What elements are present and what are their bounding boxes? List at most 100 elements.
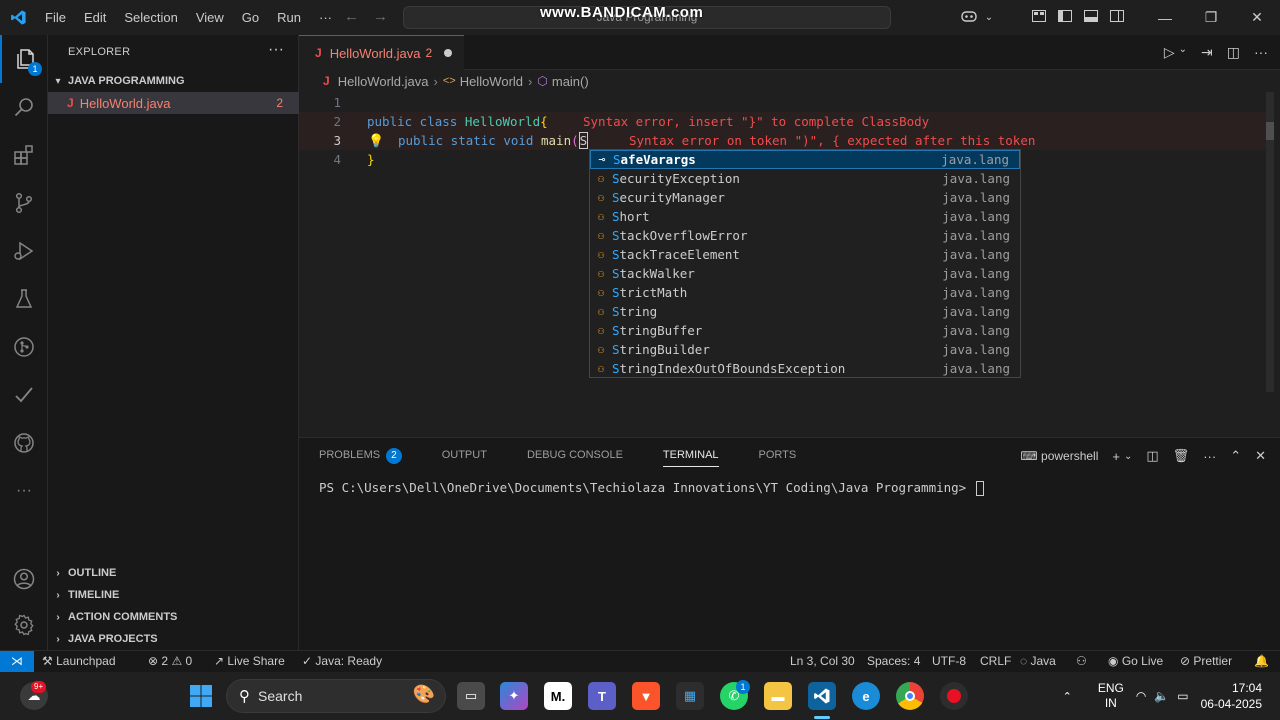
suggestion-item[interactable]: ⚇ StackWalker java.lang: [590, 264, 1020, 283]
explorer-icon[interactable]: 1: [0, 35, 48, 83]
bandicam-record-icon[interactable]: [940, 682, 968, 710]
github-icon[interactable]: [0, 419, 48, 467]
breadcrumb-class[interactable]: HelloWorld: [460, 74, 523, 89]
extensions-icon[interactable]: [0, 131, 48, 179]
toggle-panel-icon[interactable]: [1078, 10, 1104, 25]
terminal-output[interactable]: PS C:\Users\Dell\OneDrive\Documents\Tech…: [319, 480, 984, 496]
tab-terminal[interactable]: TERMINAL: [643, 438, 739, 473]
volume-icon[interactable]: 🔈: [1154, 689, 1169, 703]
split-terminal-icon[interactable]: ◫: [1146, 448, 1158, 464]
brave-browser-icon[interactable]: ▼: [632, 682, 660, 710]
system-clock[interactable]: 17:04 06-04-2025: [1201, 680, 1262, 712]
toggle-secondary-sidebar-icon[interactable]: [1104, 10, 1130, 25]
suggestion-item[interactable]: ⚇ StringBuilder java.lang: [590, 340, 1020, 359]
tab-ports[interactable]: PORTS: [739, 438, 817, 473]
cursor-position[interactable]: Ln 3, Col 30: [790, 651, 855, 673]
suggestion-item[interactable]: ⚇ SecurityManager java.lang: [590, 188, 1020, 207]
suggestion-item[interactable]: ⚇ StackTraceElement java.lang: [590, 245, 1020, 264]
unsaved-dot-icon[interactable]: [444, 49, 453, 57]
mail-app-icon[interactable]: M.: [544, 682, 572, 710]
suggestion-item-selected[interactable]: ⊸ SafeVarargs java.lang: [590, 150, 1020, 169]
trash-icon[interactable]: 🗑: [1173, 448, 1190, 464]
tray-chevron-up-icon[interactable]: ⌃: [1063, 690, 1072, 703]
folder-java-programming[interactable]: ▾ JAVA PROGRAMMING: [48, 70, 299, 92]
breadcrumb-file[interactable]: HelloWorld.java: [338, 74, 429, 89]
maximize-panel-icon[interactable]: ⌃: [1230, 448, 1241, 464]
chevron-down-icon[interactable]: ⌄: [1124, 451, 1132, 462]
menu-more[interactable]: ···: [310, 0, 341, 35]
lightbulb-icon[interactable]: 💡: [368, 132, 384, 151]
section-action-comments[interactable]: › ACTION COMMENTS: [48, 606, 299, 628]
menu-file[interactable]: File: [36, 0, 75, 35]
more-icon[interactable]: ···: [0, 467, 48, 515]
file-item-helloworld[interactable]: J HelloWorld.java 2: [48, 92, 299, 114]
vscode-taskbar-icon[interactable]: [808, 682, 836, 710]
launchpad-button[interactable]: ⚒ Launchpad: [42, 651, 116, 673]
language-mode[interactable]: ◌ Java: [1020, 651, 1056, 673]
editor-more-icon[interactable]: ···: [1254, 44, 1268, 61]
chrome-browser-icon[interactable]: [896, 682, 924, 710]
restore-icon[interactable]: ❐: [1188, 9, 1234, 26]
run-debug-icon[interactable]: [0, 227, 48, 275]
store-icon[interactable]: ▦: [676, 682, 704, 710]
taskbar-search[interactable]: ⚲ Search 🎨: [226, 679, 446, 713]
suggestion-item[interactable]: ⚇ Short java.lang: [590, 207, 1020, 226]
section-java-projects[interactable]: › JAVA PROJECTS: [48, 628, 299, 650]
back-arrow-icon[interactable]: ←: [344, 8, 359, 25]
manage-gear-icon[interactable]: [0, 601, 48, 649]
testing-icon[interactable]: [0, 275, 48, 323]
suggestion-item[interactable]: ⚇ StackOverflowError java.lang: [590, 226, 1020, 245]
battery-icon[interactable]: ▭: [1177, 689, 1188, 703]
account-icon[interactable]: [0, 555, 48, 603]
menu-run[interactable]: Run: [268, 0, 310, 35]
problems-status[interactable]: ⊗ 2 ⚠ 0: [148, 651, 192, 673]
section-timeline[interactable]: › TIMELINE: [48, 584, 299, 606]
windows-start-icon[interactable]: [187, 682, 215, 710]
suggestion-item[interactable]: ⚇ SecurityException java.lang: [590, 169, 1020, 188]
copilot-app-icon[interactable]: ✦: [500, 682, 528, 710]
suggestion-item[interactable]: ⚇ StringIndexOutOfBoundsException java.lan…: [590, 359, 1020, 378]
chevron-down-icon[interactable]: ⌄: [982, 12, 996, 23]
editor-scrollbar[interactable]: [1266, 92, 1274, 392]
edge-browser-icon[interactable]: e: [852, 682, 880, 710]
customize-layout-icon[interactable]: [1026, 10, 1052, 25]
suggestion-item[interactable]: ⚇ StrictMath java.lang: [590, 283, 1020, 302]
split-editor-icon[interactable]: ◫: [1227, 44, 1240, 61]
tab-problems[interactable]: PROBLEMS 2: [299, 438, 422, 473]
new-terminal-icon[interactable]: +: [1112, 449, 1120, 464]
remote-icon[interactable]: ⋊: [0, 651, 34, 673]
file-explorer-icon[interactable]: ▬: [764, 682, 792, 710]
wifi-icon[interactable]: ◠: [1136, 689, 1146, 703]
menu-edit[interactable]: Edit: [75, 0, 115, 35]
menu-selection[interactable]: Selection: [115, 0, 186, 35]
close-panel-icon[interactable]: ✕: [1255, 448, 1266, 464]
end-of-line[interactable]: CRLF: [980, 651, 1011, 673]
suggestion-item[interactable]: ⚇ String java.lang: [590, 302, 1020, 321]
panel-more-icon[interactable]: ···: [1203, 449, 1216, 464]
menu-view[interactable]: View: [187, 0, 233, 35]
teams-icon[interactable]: T: [588, 682, 616, 710]
indentation[interactable]: Spaces: 4: [867, 651, 920, 673]
copilot-icon[interactable]: [956, 9, 982, 26]
close-icon[interactable]: ✕: [1234, 9, 1280, 26]
menu-go[interactable]: Go: [233, 0, 268, 35]
task-view-icon[interactable]: ▭: [457, 682, 485, 710]
open-changes-icon[interactable]: ⇥: [1201, 44, 1213, 61]
sidebar-more-icon[interactable]: ···: [268, 41, 284, 59]
java-status[interactable]: ✓ Java: Ready: [302, 651, 382, 673]
input-language[interactable]: ENG IN: [1098, 681, 1124, 711]
forward-arrow-icon[interactable]: →: [373, 8, 388, 25]
terminal-shell-selector[interactable]: ⌨ powershell: [1020, 449, 1098, 463]
go-live-button[interactable]: ◉ Go Live: [1108, 651, 1163, 673]
search-icon[interactable]: [0, 83, 48, 131]
toggle-sidebar-icon[interactable]: [1052, 10, 1078, 25]
suggestion-item[interactable]: ⚇ StringBuffer java.lang: [590, 321, 1020, 340]
section-outline[interactable]: › OUTLINE: [48, 562, 299, 584]
tab-debug-console[interactable]: DEBUG CONSOLE: [507, 438, 643, 473]
chevron-down-icon[interactable]: ⌄: [1179, 44, 1187, 61]
minimize-icon[interactable]: —: [1142, 10, 1188, 26]
copilot-status-icon[interactable]: ⚇: [1076, 651, 1087, 673]
git-graph-icon[interactable]: [0, 323, 48, 371]
notifications-bell-icon[interactable]: 🔔: [1254, 651, 1269, 673]
live-share-button[interactable]: ↗ Live Share: [214, 651, 285, 673]
